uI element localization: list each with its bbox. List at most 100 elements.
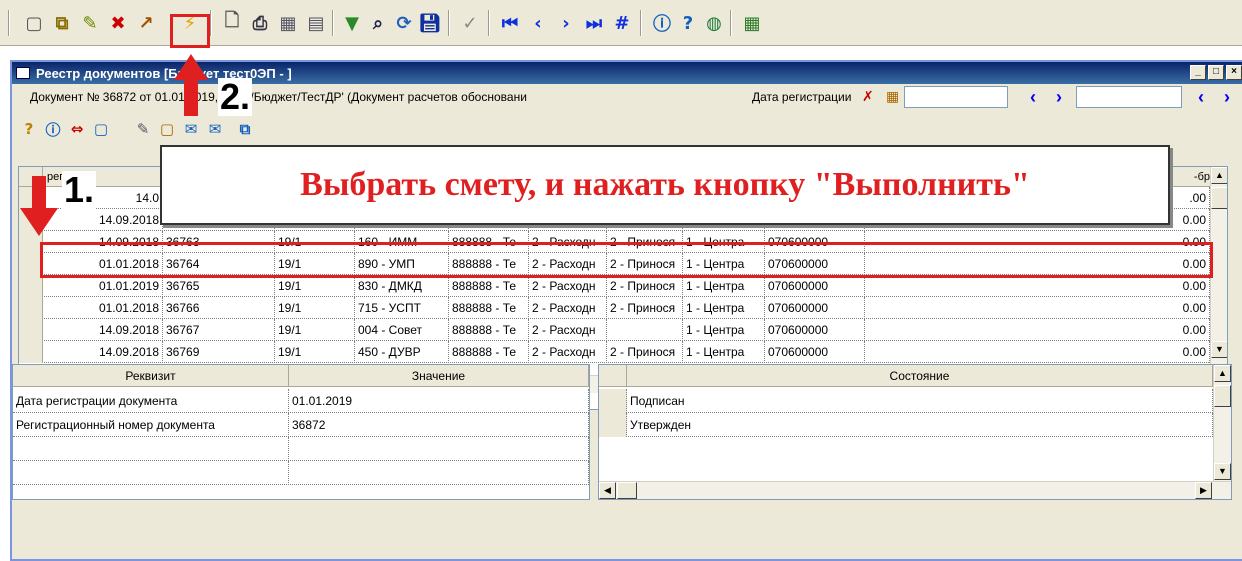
prev-record-icon[interactable]: ‹ <box>526 10 550 36</box>
refresh-icon[interactable]: ⟳ <box>392 10 416 36</box>
table-cell: 070600000 <box>765 275 865 297</box>
pencil-icon[interactable]: ✎ <box>132 118 154 140</box>
date-to-input[interactable] <box>1076 86 1182 108</box>
globe-icon[interactable]: ◍ <box>702 10 726 36</box>
row-selector[interactable] <box>599 413 627 437</box>
requisite-row[interactable]: Регистрационный номер документа 36872 <box>13 413 589 437</box>
print-icon[interactable]: ⎙ <box>248 10 272 36</box>
requisite-value <box>289 437 589 461</box>
toolbar-separator <box>448 10 450 36</box>
link-icon[interactable]: ⇔ <box>66 118 88 140</box>
requisite-row[interactable] <box>13 437 589 461</box>
last-record-icon[interactable]: ⏭ <box>582 10 606 36</box>
value-header: Значение <box>289 365 589 387</box>
report-icon[interactable]: ▤ <box>304 10 328 36</box>
table-row[interactable]: 01.01.2019 36765 19/1 830 - ДМКД 888888 - Те… <box>19 275 1210 297</box>
date-from-input[interactable] <box>904 86 1008 108</box>
scroll-thumb[interactable] <box>1214 385 1231 407</box>
table-cell: 2 - Расходн <box>529 341 607 363</box>
scroll-left-button[interactable]: ◀ <box>599 482 616 499</box>
date-to-next-arrow[interactable]: › <box>1218 86 1236 108</box>
arrow-up-icon <box>174 54 208 116</box>
minimize-button[interactable]: _ <box>1190 65 1206 80</box>
first-record-icon[interactable]: ⏮ <box>498 10 522 36</box>
calendar-icon[interactable]: ▦ <box>886 88 899 105</box>
table-cell: 715 - УСПТ <box>355 297 449 319</box>
vertical-scrollbar[interactable]: ▲ ▼ <box>1210 167 1227 393</box>
scroll-up-button[interactable]: ▲ <box>1211 167 1227 184</box>
table-cell: 2 - Расходн <box>529 275 607 297</box>
table-cell: 36765 <box>163 275 275 297</box>
document-icon[interactable]: ▢ <box>156 118 178 140</box>
window-title: Реестр документов [Бюджет тест0ЭП - ] <box>36 65 292 81</box>
row-selector[interactable] <box>19 341 43 363</box>
table-cell: 19/1 <box>275 341 355 363</box>
toolbar-separator <box>730 10 732 36</box>
calculator-icon[interactable]: ▦ <box>740 10 764 36</box>
status-horizontal-scrollbar[interactable]: ◀ ▶ <box>599 481 1231 499</box>
table-cell: 19/1 <box>275 319 355 341</box>
row-selector[interactable] <box>19 319 43 341</box>
requisite-value: 36872 <box>289 413 589 437</box>
clear-date-icon[interactable]: ✗ <box>862 88 874 105</box>
goto-record-icon[interactable]: # <box>610 10 634 36</box>
scroll-up-button[interactable]: ▲ <box>1214 365 1231 382</box>
status-row[interactable]: Подписан <box>599 389 1213 413</box>
mail-open-icon[interactable]: ✉ <box>204 118 226 140</box>
table-row[interactable]: 01.01.2018 36766 19/1 715 - УСПТ 888888 - Те… <box>19 297 1210 319</box>
requisite-name <box>13 461 289 485</box>
search-icon[interactable]: ⌕ <box>366 10 390 36</box>
table-cell: 14.09.2018 <box>43 319 163 341</box>
copy-icon[interactable]: ⧉ <box>234 118 256 140</box>
toolbar-separator <box>332 10 334 36</box>
date-next-arrow[interactable]: › <box>1050 86 1068 108</box>
table-cell: 004 - Совет <box>355 319 449 341</box>
table-cell: 2 - Принося <box>607 341 683 363</box>
date-to-prev-arrow[interactable]: ‹ <box>1192 86 1210 108</box>
row-selector[interactable] <box>19 275 43 297</box>
scroll-right-button[interactable]: ▶ <box>1195 482 1212 499</box>
preview-icon[interactable]: 🗋 <box>220 10 244 36</box>
close-button[interactable]: × <box>1226 65 1242 80</box>
print-preview-icon[interactable]: ▦ <box>276 10 300 36</box>
maximize-button[interactable]: □ <box>1208 65 1224 80</box>
requisite-row[interactable]: Дата регистрации документа 01.01.2019 <box>13 389 589 413</box>
scroll-down-button[interactable]: ▼ <box>1214 463 1231 480</box>
status-row[interactable]: Утвержден <box>599 413 1213 437</box>
check-icon[interactable]: ✓ <box>458 10 482 36</box>
scroll-thumb[interactable] <box>1211 187 1227 209</box>
date-prev-arrow[interactable]: ‹ <box>1024 86 1042 108</box>
table-cell: 0.00 <box>1155 275 1210 297</box>
hscroll-thumb[interactable] <box>617 482 637 499</box>
info-icon[interactable]: ⓘ <box>42 118 64 140</box>
table-cell: 14.09.2018 <box>43 341 163 363</box>
table-row[interactable]: 14.09.2018 36767 19/1 004 - Совет 888888 - Т… <box>19 319 1210 341</box>
table-row[interactable]: 14.09.2018 36769 19/1 450 - ДУВР 888888 - Те… <box>19 341 1210 363</box>
table-cell: 070600000 <box>765 341 865 363</box>
delete-document-icon[interactable]: ✖ <box>106 10 130 36</box>
help-icon[interactable]: ? <box>18 118 40 140</box>
scroll-down-button[interactable]: ▼ <box>1211 341 1227 358</box>
table-cell: 2 - Расходн <box>529 297 607 319</box>
requisite-row[interactable] <box>13 461 589 485</box>
help-icon[interactable]: ? <box>676 10 700 36</box>
table-cell: 2 - Принося <box>607 275 683 297</box>
attach-icon[interactable]: ▢ <box>90 118 112 140</box>
secondary-toolbar: ? ⓘ ⇔ ▢ ✎ ▢ ✉ ✉ ⧉ <box>16 116 656 146</box>
table-cell: 888888 - Те <box>449 341 529 363</box>
date-label: Дата регистрации <box>752 90 852 104</box>
save-icon[interactable]: 💾︎ <box>418 10 442 36</box>
filter-icon[interactable]: ▼ <box>340 10 364 36</box>
row-selector[interactable] <box>19 297 43 319</box>
status-vertical-scrollbar[interactable]: ▲ ▼ <box>1213 365 1231 481</box>
move-document-icon[interactable]: ↗ <box>134 10 158 36</box>
info-icon[interactable]: ⓘ <box>650 10 674 36</box>
new-document-icon[interactable]: ▢ <box>22 10 46 36</box>
mail-icon[interactable]: ✉ <box>180 118 202 140</box>
next-record-icon[interactable]: › <box>554 10 578 36</box>
row-selector[interactable] <box>599 389 627 413</box>
table-cell: 0.00 <box>1155 297 1210 319</box>
table-cell: 36769 <box>163 341 275 363</box>
copy-document-icon[interactable]: ⧉ <box>50 10 74 36</box>
edit-document-icon[interactable]: ✎ <box>78 10 102 36</box>
